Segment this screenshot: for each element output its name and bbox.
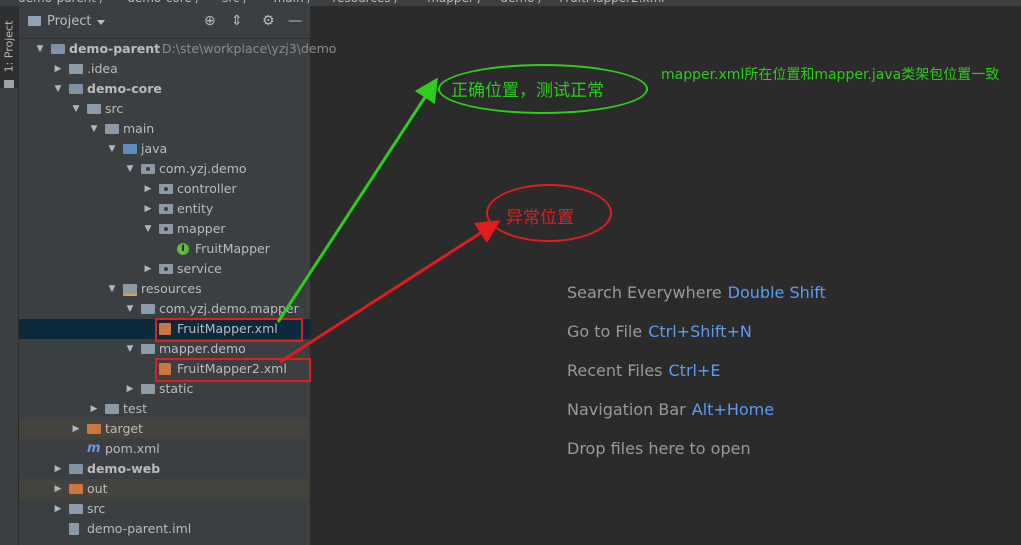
hint-shortcut: Alt+Home bbox=[691, 400, 775, 419]
hint-label: Navigation Bar bbox=[567, 400, 686, 419]
hint-shortcut: Ctrl+E bbox=[668, 361, 721, 380]
editor-hint-search-everywhere: Search Everywhere Double Shift bbox=[567, 283, 826, 302]
editor-hint-go-to-file: Go to File Ctrl+Shift+N bbox=[567, 322, 752, 341]
editor-hint-drop-files-here-to-open: Drop files here to open bbox=[567, 439, 751, 458]
annotation-note: mapper.xml所在位置和mapper.java类架包位置一致 bbox=[661, 67, 1000, 83]
wrong-location-label: 异常位置 bbox=[506, 208, 574, 228]
hint-label: Recent Files bbox=[567, 361, 663, 380]
hint-shortcut: Ctrl+Shift+N bbox=[648, 322, 752, 341]
hint-label: Drop files here to open bbox=[567, 439, 751, 458]
hint-label: Search Everywhere bbox=[567, 283, 722, 302]
correct-location-label: 正确位置，测试正常 bbox=[451, 81, 604, 101]
hint-label: Go to File bbox=[567, 322, 643, 341]
editor-hint-navigation-bar: Navigation Bar Alt+Home bbox=[567, 400, 774, 419]
hint-shortcut: Double Shift bbox=[727, 283, 826, 302]
editor-hint-recent-files: Recent Files Ctrl+E bbox=[567, 361, 720, 380]
green-arrow bbox=[276, 77, 438, 323]
red-arrow bbox=[279, 220, 501, 364]
